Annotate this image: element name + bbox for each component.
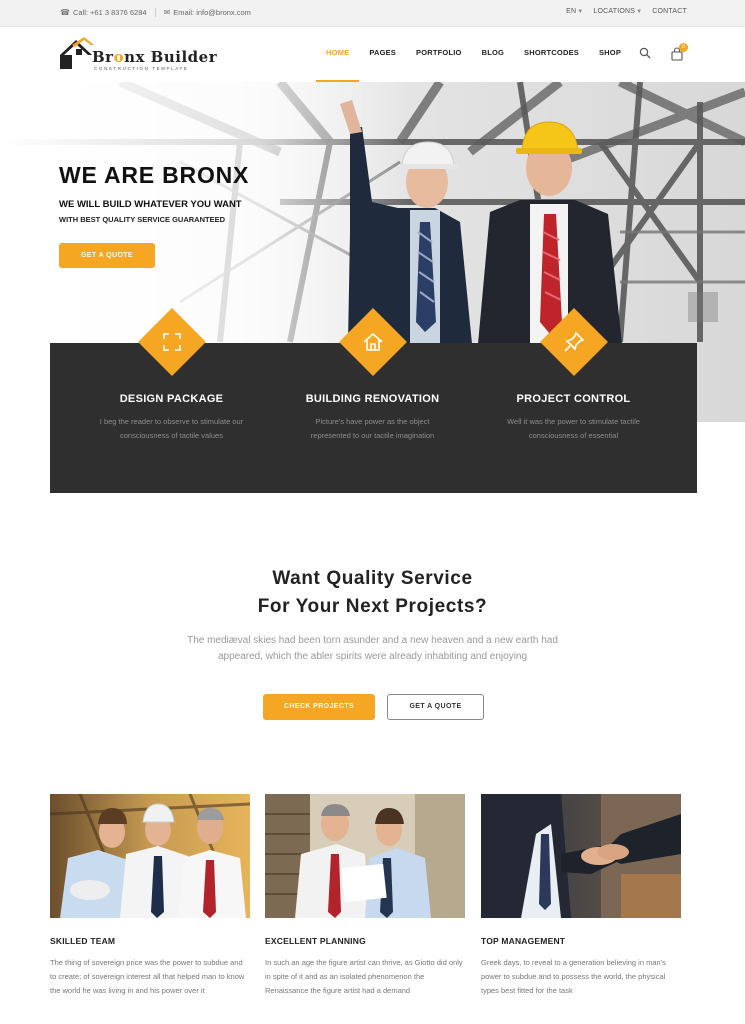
card-title[interactable]: SKILLED TEAM xyxy=(50,936,250,946)
contact-info: ☎ Call: +61 3 8376 6284 ✉ Email: info@br… xyxy=(60,8,251,17)
house-logo-icon xyxy=(60,37,94,69)
card-top-management: TOP MANAGEMENT Greek days, to reveal to … xyxy=(481,794,681,998)
nav-blog[interactable]: BLOG xyxy=(472,48,514,82)
top-links: EN▼ LOCATIONS▼ CONTACT xyxy=(566,8,687,15)
hero-subtitle: WE WILL BUILD WHATEVER YOU WANT xyxy=(59,199,242,210)
feature-title: PROJECT CONTROL xyxy=(516,393,631,405)
brand-tagline: CONSTRUCTION TEMPLATE xyxy=(94,66,189,71)
chevron-down-icon: ▼ xyxy=(577,9,584,15)
check-projects-button[interactable]: CHECK PROJECTS xyxy=(263,694,375,720)
expand-icon xyxy=(163,333,181,351)
site-header: Bronx Builder CONSTRUCTION TEMPLATE HOME… xyxy=(0,27,745,82)
phone-icon: ☎ xyxy=(60,8,70,17)
card-image[interactable] xyxy=(50,794,250,918)
card-title[interactable]: EXCELLENT PLANNING xyxy=(265,936,465,946)
card-text: Greek days, to reveal to a generation be… xyxy=(481,958,666,995)
nav-shortcodes[interactable]: SHORTCODES xyxy=(514,48,589,82)
feature-description: I beg the reader to observe to stimulate… xyxy=(99,417,244,440)
get-quote-outline-button[interactable]: GET A QUOTE xyxy=(387,694,484,720)
chevron-down-icon: ▼ xyxy=(636,9,643,15)
language-selector[interactable]: EN▼ xyxy=(566,8,583,15)
feature-description: Picture's have power as the object repre… xyxy=(310,417,435,440)
nav-home[interactable]: HOME xyxy=(316,48,360,82)
contact-link[interactable]: CONTACT xyxy=(652,8,687,15)
card-image[interactable] xyxy=(265,794,465,918)
section-title: Want Quality Service xyxy=(272,568,473,589)
feature-title: DESIGN PACKAGE xyxy=(119,393,224,405)
divider xyxy=(154,8,156,17)
nav-shop[interactable]: SHOP xyxy=(589,48,631,82)
locations-dropdown[interactable]: LOCATIONS▼ xyxy=(593,8,642,15)
hero-tagline: WITH BEST QUALITY SERVICE GUARANTEED xyxy=(59,215,225,224)
section-description: The mediæval skies had been torn asunder… xyxy=(187,635,558,662)
nav-pages[interactable]: PAGES xyxy=(359,48,406,82)
card-text: The thing of sovereign price was the pow… xyxy=(50,958,245,995)
get-quote-button[interactable]: GET A QUOTE xyxy=(59,243,155,268)
card-text: In such an age the figure artist can thr… xyxy=(265,958,463,995)
top-bar: ☎ Call: +61 3 8376 6284 ✉ Email: info@br… xyxy=(0,0,745,27)
card-skilled-team: SKILLED TEAM The thing of sovereign pric… xyxy=(50,794,250,998)
section-title: For Your Next Projects? xyxy=(257,596,488,617)
nav-portfolio[interactable]: PORTFOLIO xyxy=(406,48,472,82)
hero-title: WE ARE BRONX xyxy=(59,162,250,188)
pin-icon xyxy=(564,331,585,352)
main-nav: HOME PAGES PORTFOLIO BLOG SHORTCODES SHO… xyxy=(316,48,631,82)
feature-title: BUILDING RENOVATION xyxy=(305,393,440,405)
email-text[interactable]: Email: info@bronx.com xyxy=(173,8,251,17)
card-title[interactable]: TOP MANAGEMENT xyxy=(481,936,681,946)
card-excellent-planning: EXCELLENT PLANNING In such an age the fi… xyxy=(265,794,465,998)
brand-name: Bronx Builder xyxy=(92,48,218,66)
logo[interactable]: Bronx Builder CONSTRUCTION TEMPLATE xyxy=(58,37,218,75)
home-icon xyxy=(363,332,383,351)
search-icon[interactable] xyxy=(639,47,651,59)
feature-description: Well it was the power to stimulate tacti… xyxy=(507,417,640,440)
envelope-icon: ✉ xyxy=(163,8,171,17)
phone-text: Call: +61 3 8376 6284 xyxy=(72,8,147,17)
cart-count-badge: 0 xyxy=(679,43,688,52)
card-image[interactable] xyxy=(481,794,681,918)
